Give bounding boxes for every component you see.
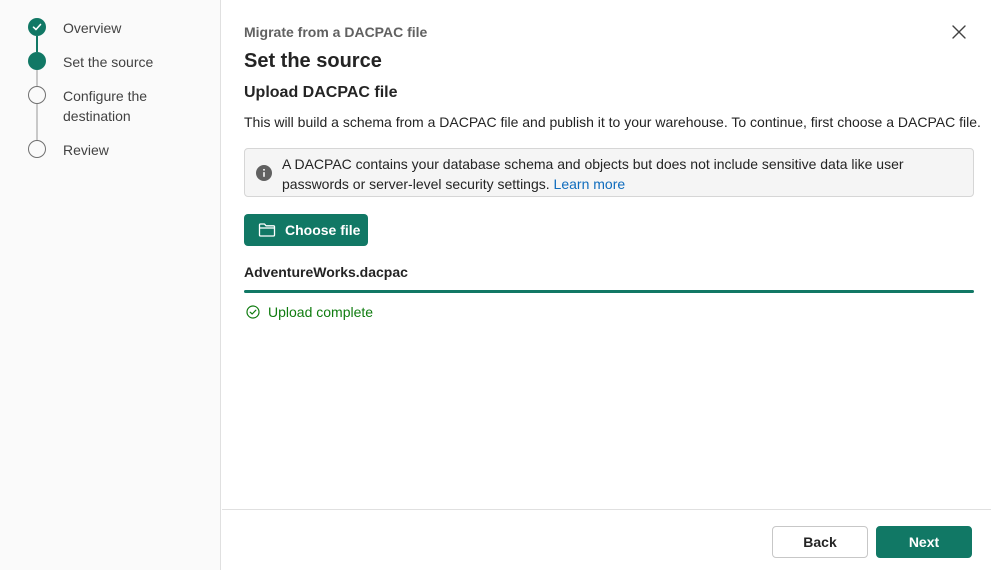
step-label: Set the source (63, 54, 154, 70)
info-message-bar: A DACPAC contains your database schema a… (244, 148, 974, 197)
step-label: Review (63, 142, 109, 158)
choose-file-button[interactable]: Choose file (244, 214, 368, 246)
section-title: Upload DACPAC file (244, 84, 398, 101)
step-connector (36, 70, 38, 86)
step-current-indicator (28, 52, 46, 70)
wizard-title: Migrate from a DACPAC file (244, 24, 428, 40)
step-label: Overview (63, 20, 122, 36)
page-title: Set the source (244, 50, 382, 72)
check-circle-icon (246, 305, 260, 319)
footer-divider (222, 509, 991, 510)
checkmark-icon (32, 23, 42, 31)
step-connector (36, 36, 38, 52)
uploaded-file-name: AdventureWorks.dacpac (244, 264, 408, 280)
step-pending-indicator (28, 86, 46, 104)
learn-more-link[interactable]: Learn more (554, 176, 626, 192)
wizard-stepper: Overview Set the source Configure the de… (0, 0, 221, 570)
next-button[interactable]: Next (876, 526, 972, 558)
step-connector (36, 104, 38, 142)
close-button[interactable] (949, 22, 969, 42)
folder-icon (258, 223, 276, 237)
description-text: This will build a schema from a DACPAC f… (244, 114, 981, 130)
wizard-content: Migrate from a DACPAC file Set the sourc… (222, 0, 991, 570)
info-icon (256, 165, 272, 181)
step-complete-indicator (28, 18, 46, 36)
back-button[interactable]: Back (772, 526, 868, 558)
step-label: Configure the destination (63, 88, 148, 124)
info-text: A DACPAC contains your database schema a… (282, 154, 961, 194)
upload-status-text: Upload complete (268, 304, 374, 320)
upload-progress-bar (244, 290, 974, 293)
close-icon (952, 25, 966, 39)
upload-progress-fill (244, 290, 974, 293)
step-pending-indicator (28, 140, 46, 158)
choose-file-label: Choose file (285, 222, 361, 238)
